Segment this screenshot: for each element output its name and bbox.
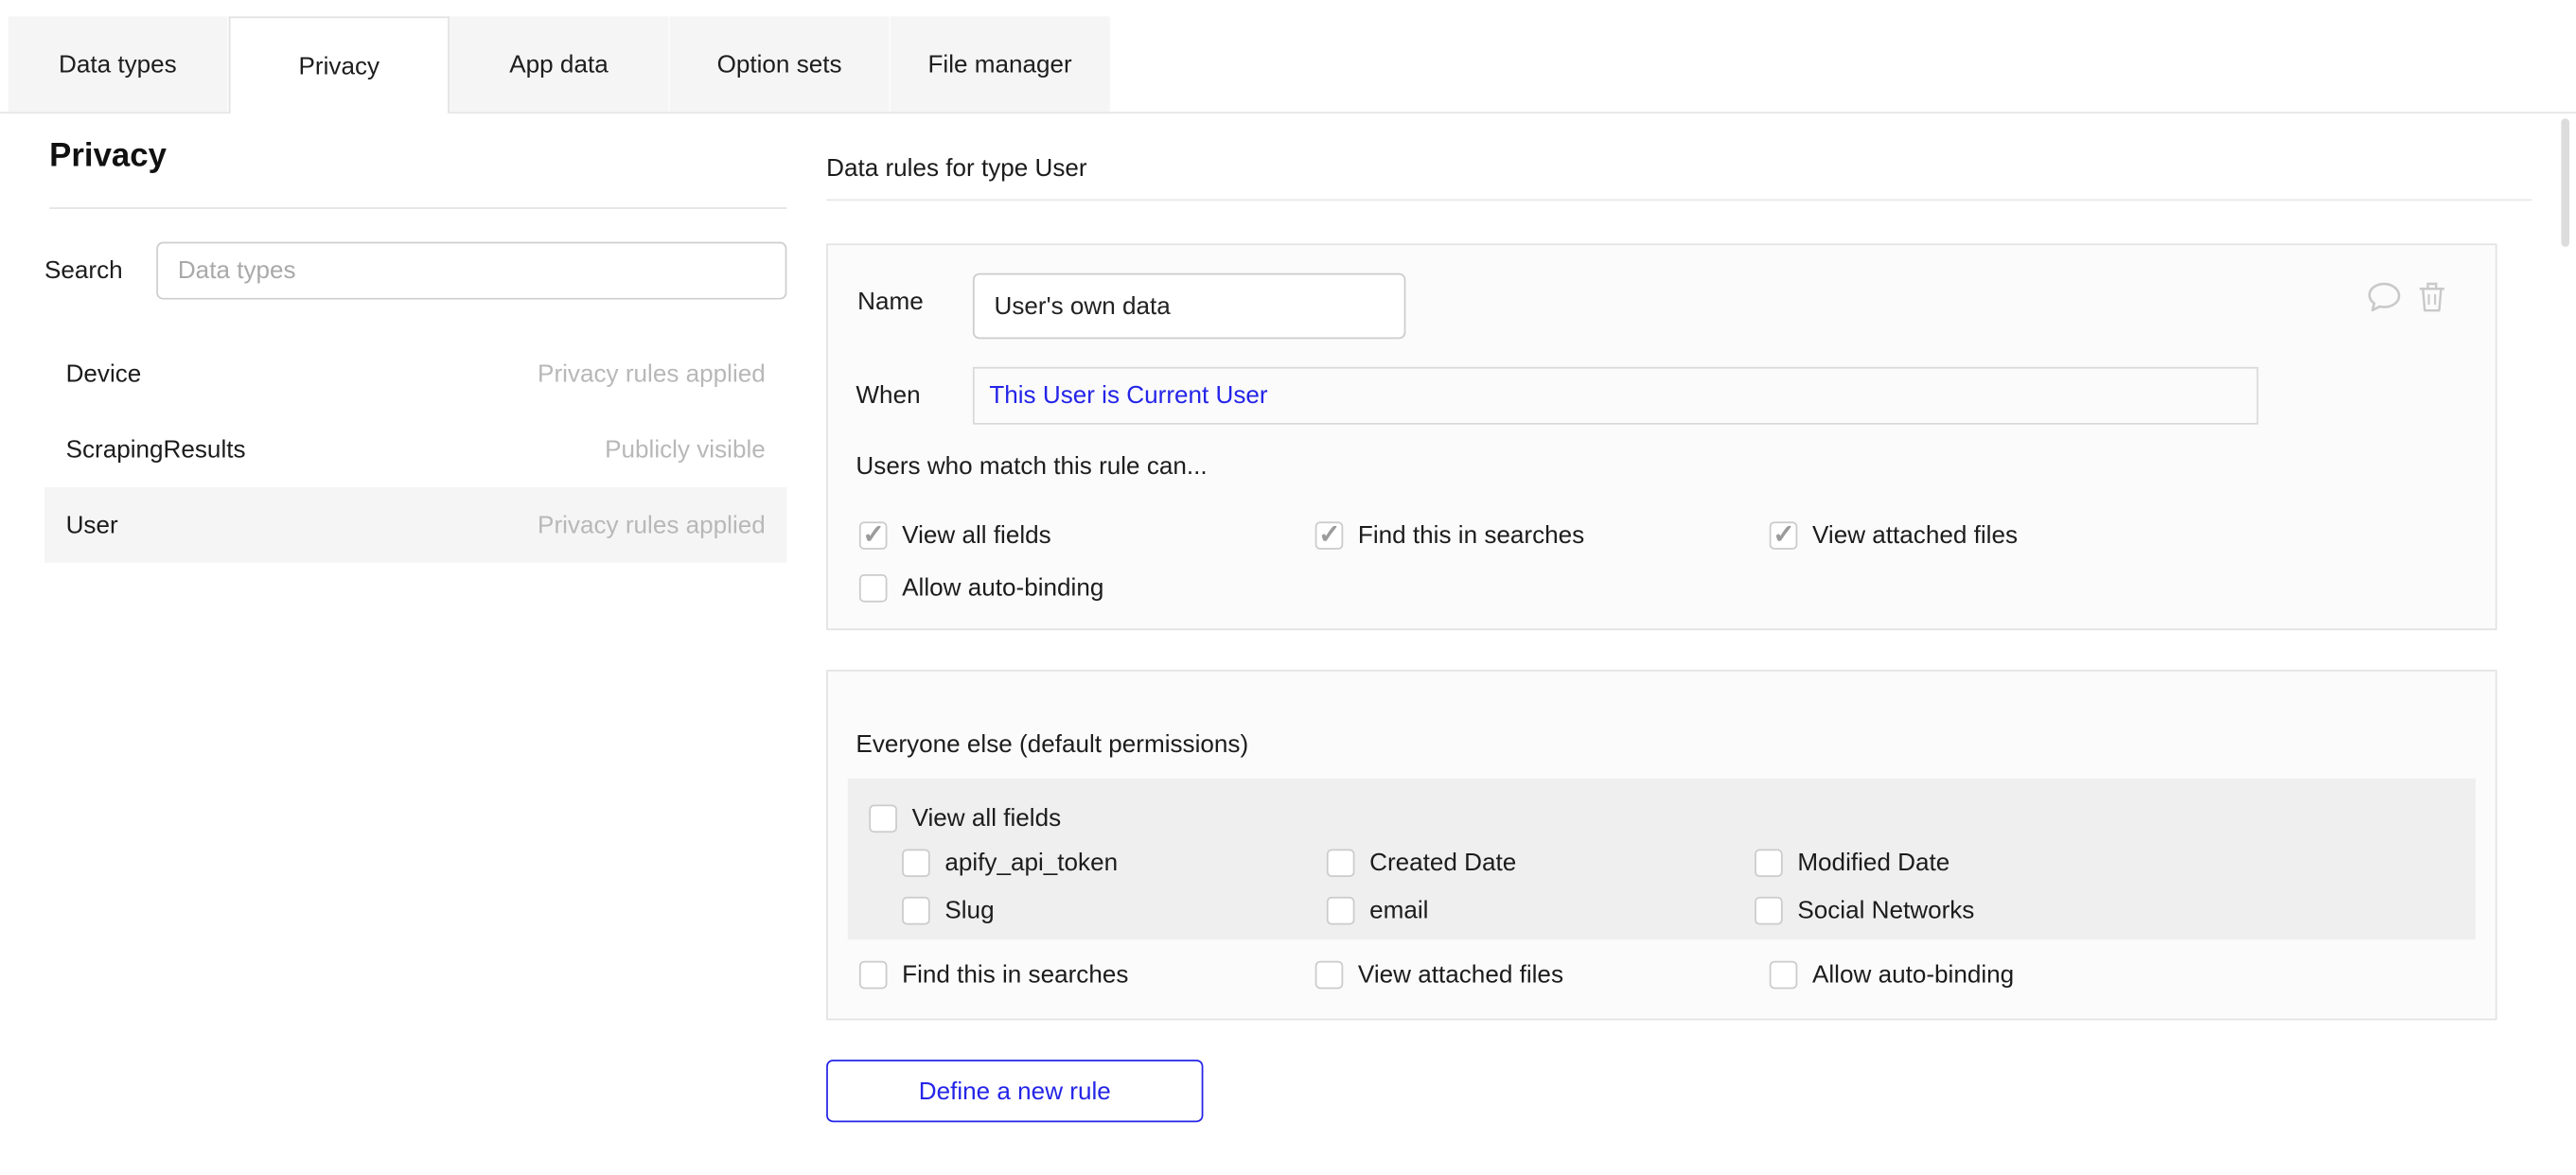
checkbox-find-this-in-searches-default[interactable]: Find this in searches [859, 948, 1315, 1001]
data-type-name: ScrapingResults [66, 435, 246, 464]
when-condition-text: This User is Current User [989, 382, 1267, 411]
rule-card: Name When This User is Current User User… [826, 243, 2497, 630]
data-type-status: Privacy rules applied [538, 511, 766, 539]
tab-data-types[interactable]: Data types [9, 16, 229, 112]
vertical-scrollbar[interactable] [2561, 118, 2569, 247]
permissions-intro: Users who match this rule can... [856, 452, 1207, 481]
checkbox-field-apify-api-token[interactable]: apify_api_token [902, 839, 1327, 886]
checkbox-box [902, 897, 930, 925]
checkbox-label: Allow auto-binding [1812, 960, 2014, 989]
checkbox-box [1315, 520, 1344, 549]
default-other-permissions: Find this in searches View attached file… [859, 948, 2014, 1001]
divider [826, 199, 2532, 201]
checkbox-view-all-fields-default[interactable]: View all fields [869, 797, 2476, 839]
checkbox-box [1755, 897, 1783, 925]
rule-name-input[interactable] [973, 273, 1405, 340]
checkbox-label: Slug [944, 897, 994, 925]
checkbox-label: View all fields [912, 804, 1062, 833]
list-item-device[interactable]: Device Privacy rules applied [44, 336, 786, 412]
data-type-name: User [66, 511, 118, 539]
checkbox-label: Modified Date [1797, 849, 1950, 877]
tab-option-sets[interactable]: Option sets [670, 16, 891, 112]
checkbox-field-created-date[interactable]: Created Date [1327, 839, 1755, 886]
divider [49, 207, 786, 209]
checkbox-field-modified-date[interactable]: Modified Date [1755, 839, 2476, 886]
checkbox-box [902, 849, 930, 877]
checkbox-label: email [1369, 897, 1428, 925]
checkbox-view-all-fields[interactable]: View all fields [859, 508, 1315, 561]
checkbox-label: Created Date [1369, 849, 1516, 877]
search-input[interactable] [156, 242, 786, 300]
checkbox-label: Find this in searches [1358, 520, 1584, 549]
checkbox-field-email[interactable]: email [1327, 886, 1755, 934]
checkbox-box [869, 804, 897, 833]
when-label: When [856, 382, 920, 411]
search-label: Search [44, 256, 123, 285]
name-label: Name [857, 288, 924, 316]
checkbox-box [1755, 849, 1783, 877]
tab-bar: Data types Privacy App data Option sets … [0, 16, 2576, 114]
checkbox-view-attached-files-default[interactable]: View attached files [1315, 948, 1770, 1001]
checkbox-box [859, 520, 888, 549]
checkbox-label: Find this in searches [902, 960, 1128, 989]
data-type-name: Device [66, 360, 142, 388]
checkbox-box [1770, 520, 1798, 549]
checkbox-label: Social Networks [1797, 897, 1974, 925]
tab-app-data[interactable]: App data [450, 16, 670, 112]
checkbox-box [1770, 960, 1798, 989]
checkbox-view-attached-files[interactable]: View attached files [1770, 508, 2018, 561]
data-type-list: Device Privacy rules applied ScrapingRes… [44, 336, 786, 563]
comment-icon[interactable] [2367, 281, 2402, 312]
rule-permissions: View all fields Find this in searches Vi… [859, 508, 2018, 613]
checkbox-box [1327, 897, 1355, 925]
checkbox-box [1315, 960, 1344, 989]
data-type-status: Publicly visible [605, 435, 766, 464]
checkbox-label: View all fields [902, 520, 1051, 549]
tab-privacy[interactable]: Privacy [229, 16, 450, 114]
checkbox-label: View attached files [1358, 960, 1563, 989]
checkbox-field-slug[interactable]: Slug [902, 886, 1327, 934]
define-new-rule-button[interactable]: Define a new rule [826, 1060, 1203, 1122]
default-permissions-card: Everyone else (default permissions) View… [826, 670, 2497, 1020]
list-item-user[interactable]: User Privacy rules applied [44, 487, 786, 563]
checkbox-label: apify_api_token [944, 849, 1118, 877]
field-checkbox-grid: apify_api_token Created Date Modified Da… [902, 839, 2476, 935]
checkbox-find-this-in-searches[interactable]: Find this in searches [1315, 508, 1770, 561]
when-condition-box[interactable]: This User is Current User [973, 367, 2258, 425]
checkbox-field-social-networks[interactable]: Social Networks [1755, 886, 2476, 934]
checkbox-label: Allow auto-binding [902, 573, 1103, 602]
checkbox-label: View attached files [1812, 520, 2018, 549]
checkbox-box [1327, 849, 1355, 877]
checkbox-allow-auto-binding-default[interactable]: Allow auto-binding [1770, 948, 2014, 1001]
fields-section: View all fields apify_api_token Created … [848, 779, 2476, 939]
page-title: Privacy [49, 138, 167, 176]
checkbox-box [859, 960, 888, 989]
default-permissions-title: Everyone else (default permissions) [856, 730, 1248, 759]
checkbox-box [859, 573, 888, 602]
checkbox-allow-auto-binding[interactable]: Allow auto-binding [859, 561, 1315, 614]
data-rules-title: Data rules for type User [826, 154, 1087, 183]
list-item-scrapingresults[interactable]: ScrapingResults Publicly visible [44, 412, 786, 487]
tab-file-manager[interactable]: File manager [891, 16, 1111, 112]
trash-icon[interactable] [2418, 281, 2446, 312]
data-type-status: Privacy rules applied [538, 360, 766, 388]
privacy-settings-page: Data types Privacy App data Option sets … [0, 0, 2576, 1175]
